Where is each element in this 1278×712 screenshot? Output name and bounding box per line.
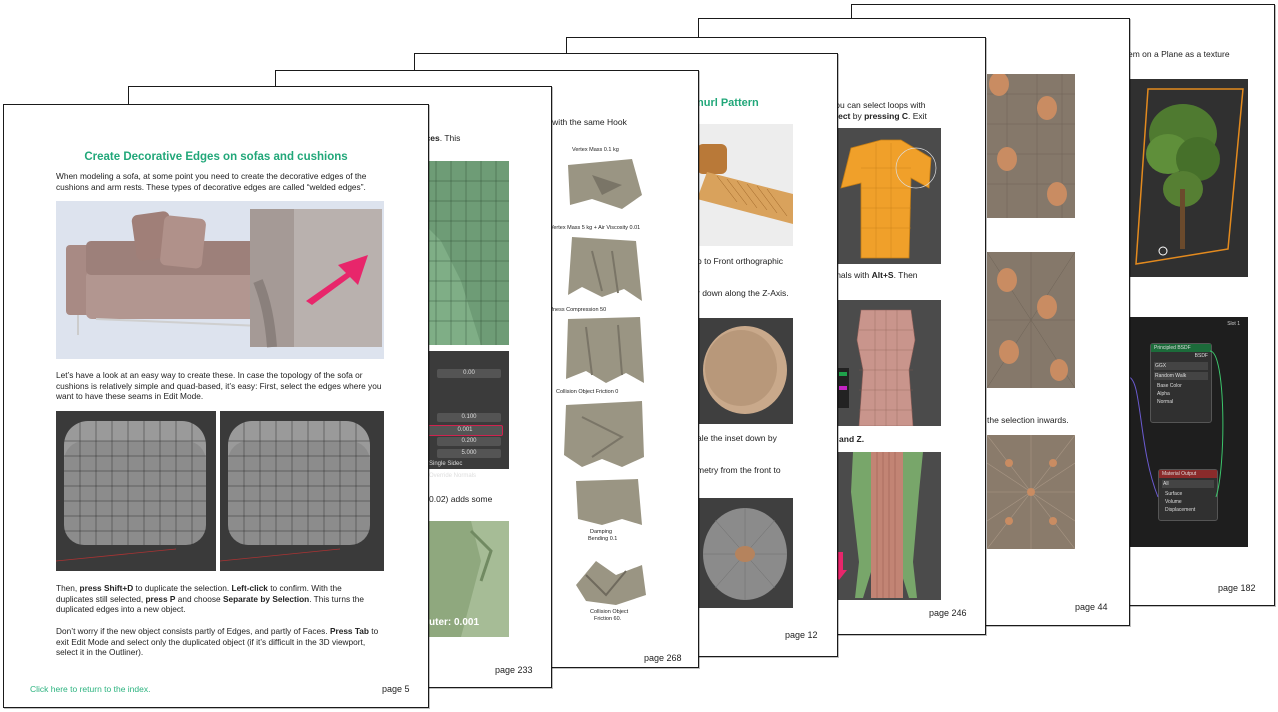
page-number: page 5: [382, 684, 410, 694]
duplicate-text: to duplicate the selection.: [133, 583, 232, 593]
page-number: page 182: [1218, 583, 1256, 593]
pressing-c-bold: pressing C: [864, 111, 909, 121]
then-text: Then,: [56, 583, 80, 593]
section-title: nurl Pattern: [697, 97, 759, 109]
text-line-2: elect by pressing C. Exit: [831, 111, 927, 122]
separate-bold: Separate by Selection: [222, 593, 310, 604]
inwards-text: the selection inwards.: [987, 415, 1069, 425]
caption-friction-60: Friction 60.: [594, 616, 622, 622]
page-number: page 268: [644, 653, 682, 663]
cloth-sim-image-6: [566, 555, 650, 607]
this-text: . This: [439, 133, 461, 143]
page-5: Create Decorative Edges on sofas and cus…: [3, 104, 429, 708]
by-text: by: [850, 111, 865, 121]
turns-text: . This turns the: [309, 593, 364, 604]
paragraph-3-line-1: Then, press Shift+D to duplicate the sel…: [56, 583, 364, 594]
value-field-3-highlighted[interactable]: 0.001: [427, 425, 503, 436]
header-text: em on a Plane as a texture: [1128, 49, 1230, 59]
dress-model-image: [831, 452, 941, 600]
node-editor-image: Slot 1 Principled BSDF BSDF GGX Random W…: [1128, 317, 1248, 547]
text-line-1: p to Front orthographic: [697, 256, 783, 266]
worry-text: Don’t worry if the new object consists p…: [56, 626, 330, 636]
paragraph-3-line-3: duplicated edges into a new object.: [56, 604, 186, 615]
text-line-1: you can select loops with: [831, 100, 926, 110]
sofa-image: [56, 201, 384, 359]
to-text: to: [368, 626, 379, 636]
choose-text: and choose: [175, 593, 223, 604]
paragraph-4-line-1: Don’t worry if the new object consists p…: [56, 626, 378, 637]
paragraph-2-line-1: Let’s have a look at an easy way to crea…: [56, 370, 363, 380]
text-line-3: ale the inset down by: [697, 433, 777, 443]
tree-render-image: [1128, 79, 1248, 277]
press-p-bold: press P: [145, 593, 176, 604]
text-line-2: 0.02) adds some: [429, 494, 493, 504]
then-text: . Then: [893, 270, 918, 280]
text-line-4: metry from the front to: [697, 465, 781, 475]
paragraph-4-line-3: select it in the Outliner).: [56, 647, 144, 658]
value-field-5[interactable]: 5.000: [437, 449, 501, 458]
left-click-bold: Left-click: [231, 583, 268, 593]
page-number: page 246: [929, 608, 967, 618]
duplicates-text: duplicates still selected,: [56, 593, 146, 604]
page-number: page 12: [785, 630, 818, 640]
paragraph-2: Let’s have a look at an easy way to crea…: [56, 370, 381, 402]
exit-text: . Exit: [908, 111, 927, 121]
sweater-model-image: [831, 128, 941, 264]
mesh-green-image: [421, 161, 509, 345]
page-number: page 44: [1075, 602, 1108, 612]
cloth-sim-image-4: [562, 397, 646, 469]
star-pattern-image: [986, 434, 1076, 550]
paragraph-4-line-2: exit Edit Mode and select only the dupli…: [56, 636, 366, 647]
disc-pattern-image-2: [986, 251, 1076, 389]
intro-paragraph: When modeling a sofa, at some point you …: [56, 171, 366, 192]
override-normals-option[interactable]: Override Normals: [429, 471, 476, 482]
inset-disc-image: [697, 498, 793, 608]
value-field-4[interactable]: 0.200: [437, 437, 501, 446]
paragraph-2-line-3: want to have these seams in Edit Mode.: [56, 391, 204, 402]
shift-d-bold: press Shift+D: [79, 583, 134, 593]
return-to-index-link[interactable]: Click here to return to the index.: [30, 684, 150, 694]
page-number: page 233: [495, 665, 533, 675]
text-line-3: rmals with Alt+S. Then: [831, 270, 918, 281]
outer-value-text: uter: 0.001: [429, 617, 480, 628]
single-sided-option[interactable]: Single Sidec: [429, 459, 462, 470]
cloth-sim-image-1: [562, 155, 646, 213]
value-field-1[interactable]: 0.00: [437, 369, 501, 378]
alt-s-bold: Alt+S: [871, 270, 894, 280]
disc-model-image: [697, 318, 793, 424]
cushion-mesh-image: [55, 411, 384, 571]
properties-panel: 0.00 0.100 0.001 0.200 5.000: [421, 351, 509, 469]
cloth-sim-image-3: [562, 313, 646, 385]
disc-pattern-image-1: [987, 72, 1075, 218]
intro-line-2: cushions and arm rests. These types of d…: [56, 181, 366, 192]
cloth-sim-image-5: [572, 475, 644, 527]
paragraph-4: Don’t worry if the new object consists p…: [56, 626, 378, 658]
paragraph-3-line-2: duplicates still selected, press P and c…: [56, 594, 364, 605]
paragraph-2-line-2: cushions is relatively simple and quad-b…: [56, 380, 382, 391]
caption-bending: Bending 0.1: [588, 536, 618, 542]
text-line-2: r down along the Z-Axis.: [697, 288, 789, 298]
intro-line-1: When modeling a sofa, at some point you …: [56, 171, 367, 181]
press-tab-bold: Press Tab: [329, 626, 369, 636]
node-links: [1128, 350, 1224, 498]
value-field-2[interactable]: 0.100: [437, 413, 501, 422]
paragraph-3: Then, press Shift+D to duplicate the sel…: [56, 583, 364, 615]
knurl-handle-image: [697, 124, 793, 246]
torso-model-image: [831, 300, 941, 427]
confirm-text: to confirm. With the: [267, 583, 342, 593]
page-title: Create Decorative Edges on sofas and cus…: [84, 151, 348, 163]
cloth-sim-image-2: [562, 231, 646, 303]
